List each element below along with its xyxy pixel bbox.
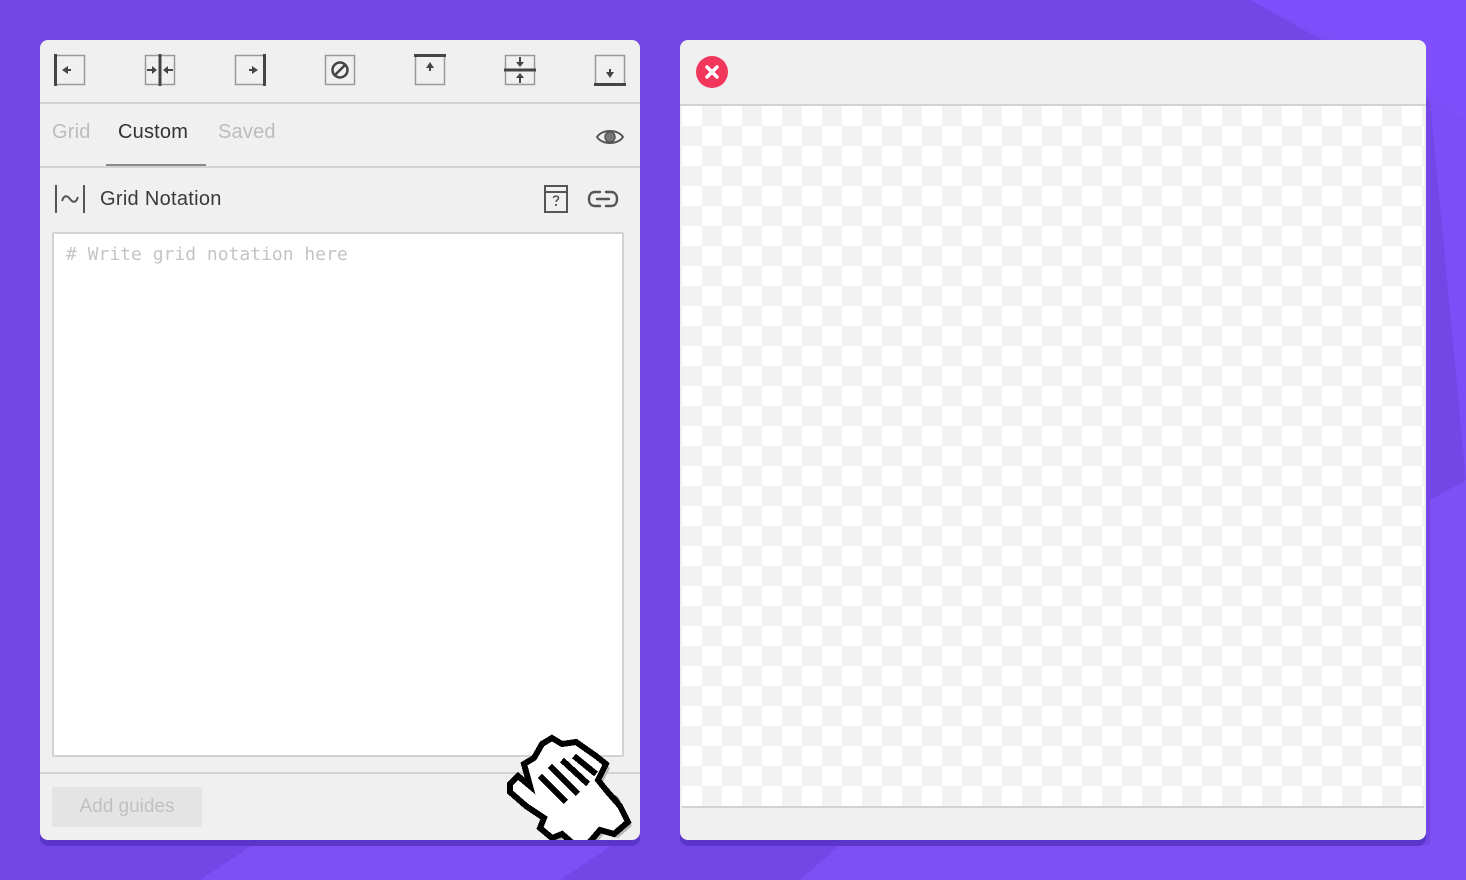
download-save-icon — [546, 792, 576, 821]
close-button[interactable] — [696, 56, 728, 88]
preview-window — [680, 40, 1426, 840]
tab-bar: Grid Custom Saved — [40, 104, 640, 168]
align-bottom-button[interactable] — [594, 54, 626, 86]
align-middle-vertical-icon — [504, 54, 536, 86]
add-guides-button[interactable]: Add guides — [52, 787, 202, 827]
preview-titlebar — [680, 40, 1426, 106]
align-right-button[interactable] — [234, 54, 266, 86]
align-left-button[interactable] — [54, 54, 86, 86]
toggle-visibility-button[interactable] — [595, 122, 625, 152]
grid-notation-header: Grid Notation — [40, 168, 640, 230]
transparent-canvas[interactable] — [682, 106, 1424, 808]
align-bottom-icon — [594, 54, 626, 86]
align-left-icon — [54, 54, 86, 86]
help-book-icon — [544, 185, 568, 213]
eye-icon — [595, 130, 625, 144]
align-top-icon — [414, 54, 446, 86]
tab-custom[interactable]: Custom — [118, 121, 188, 144]
tab-grid[interactable]: Grid — [52, 121, 91, 144]
link-icon — [587, 190, 619, 208]
tab-saved[interactable]: Saved — [218, 121, 276, 144]
grid-notation-input[interactable] — [52, 232, 624, 757]
align-right-icon — [234, 54, 266, 86]
close-icon — [705, 65, 719, 79]
reset-button[interactable] — [594, 792, 624, 822]
clear-guides-icon — [324, 54, 356, 86]
align-middle-vertical-button[interactable] — [504, 54, 536, 86]
align-top-button[interactable] — [414, 54, 446, 86]
alignment-toolbar — [40, 40, 640, 104]
section-title: Grid Notation — [100, 188, 222, 210]
panel-footer: Add guides — [40, 772, 640, 840]
align-center-horizontal-icon — [144, 54, 176, 86]
share-link-button[interactable] — [586, 186, 620, 212]
active-tab-indicator — [106, 164, 206, 166]
notation-wave-icon — [55, 185, 85, 213]
reset-icon — [596, 793, 621, 818]
align-center-horizontal-button[interactable] — [144, 54, 176, 86]
save-button[interactable] — [544, 790, 578, 822]
guides-panel: Grid Custom Saved Grid Notation # Write … — [40, 40, 640, 840]
clear-guides-button[interactable] — [324, 54, 356, 86]
help-button[interactable] — [542, 184, 570, 214]
